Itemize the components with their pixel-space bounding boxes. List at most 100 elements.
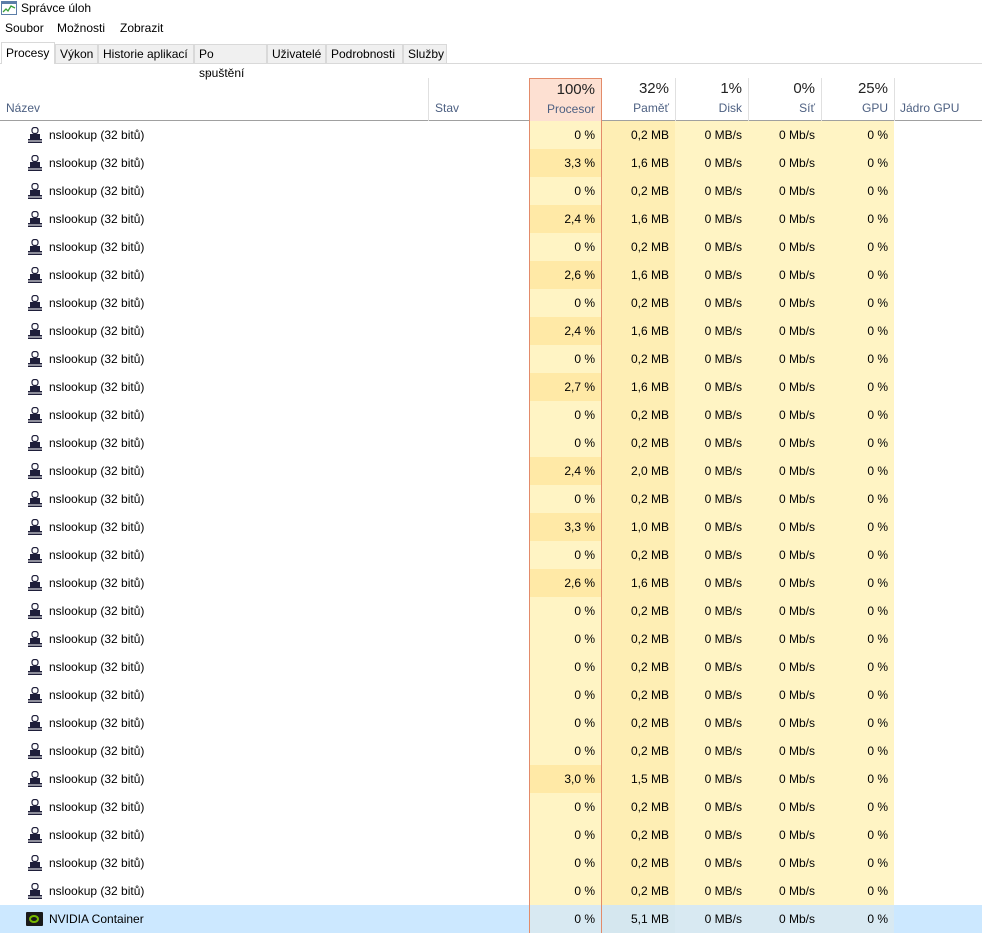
disk-cell: 0 MB/s bbox=[675, 569, 748, 597]
memory-cell: 0,2 MB bbox=[602, 737, 675, 765]
title-bar: Správce úloh bbox=[0, 0, 982, 16]
table-row[interactable]: nslookup (32 bitů) 0 % 0,2 MB 0 MB/s 0 Mb/s 0… bbox=[0, 597, 982, 625]
table-row[interactable]: nslookup (32 bitů) 0 % 0,2 MB 0 MB/s 0 Mb/s 0… bbox=[0, 485, 982, 513]
gpu-cell: 0 % bbox=[821, 625, 894, 653]
disk-cell: 0 MB/s bbox=[675, 401, 748, 429]
table-row[interactable]: nslookup (32 bitů) 3,3 % 1,6 MB 0 MB/s 0 Mb/… bbox=[0, 149, 982, 177]
table-row[interactable]: nslookup (32 bitů) 0 % 0,2 MB 0 MB/s 0 Mb/s 0… bbox=[0, 429, 982, 457]
process-name: nslookup (32 bitů) bbox=[49, 772, 145, 786]
cpu-cell: 2,6 % bbox=[529, 569, 602, 597]
network-cell: 0 Mb/s bbox=[748, 877, 821, 905]
column-header-gpu-engine[interactable]: Jádro GPU bbox=[894, 78, 982, 121]
table-row[interactable]: nslookup (32 bitů) 2,4 % 1,6 MB 0 MB/s 0 Mb/… bbox=[0, 205, 982, 233]
tab-podrobnosti[interactable]: Podrobnosti bbox=[326, 44, 403, 63]
table-row[interactable]: nslookup (32 bitů) 0 % 0,2 MB 0 MB/s 0 Mb/s 0… bbox=[0, 681, 982, 709]
tab-sluzby[interactable]: Služby bbox=[403, 44, 447, 63]
table-row[interactable]: nslookup (32 bitů) 0 % 0,2 MB 0 MB/s 0 Mb/s 0… bbox=[0, 233, 982, 261]
menu-soubor[interactable]: Soubor bbox=[5, 19, 44, 37]
process-name: nslookup (32 bitů) bbox=[49, 828, 145, 842]
table-row[interactable]: nslookup (32 bitů) 0 % 0,2 MB 0 MB/s 0 Mb/s 0… bbox=[0, 121, 982, 149]
table-row[interactable]: nslookup (32 bitů) 2,4 % 2,0 MB 0 MB/s 0 Mb/… bbox=[0, 457, 982, 485]
table-row[interactable]: nslookup (32 bitů) 0 % 0,2 MB 0 MB/s 0 Mb/s 0… bbox=[0, 653, 982, 681]
table-row[interactable]: nslookup (32 bitů) 0 % 0,2 MB 0 MB/s 0 Mb/s 0… bbox=[0, 849, 982, 877]
table-row[interactable]: nslookup (32 bitů) 0 % 0,2 MB 0 MB/s 0 Mb/s 0… bbox=[0, 737, 982, 765]
gpu-cell: 0 % bbox=[821, 485, 894, 513]
column-header-status[interactable]: Stav bbox=[429, 78, 529, 121]
process-name: nslookup (32 bitů) bbox=[49, 856, 145, 870]
table-row[interactable]: nslookup (32 bitů) 0 % 0,2 MB 0 MB/s 0 Mb/s 0… bbox=[0, 401, 982, 429]
network-cell: 0 Mb/s bbox=[748, 541, 821, 569]
network-cell: 0 Mb/s bbox=[748, 821, 821, 849]
table-row[interactable]: nslookup (32 bitů) 3,0 % 1,5 MB 0 MB/s 0 Mb/… bbox=[0, 765, 982, 793]
gpu-cell: 0 % bbox=[821, 149, 894, 177]
memory-cell: 1,5 MB bbox=[602, 765, 675, 793]
gpu-cell: 0 % bbox=[821, 401, 894, 429]
gpu-cell: 0 % bbox=[821, 205, 894, 233]
table-row[interactable]: nslookup (32 bitů) 2,7 % 1,6 MB 0 MB/s 0 Mb/… bbox=[0, 373, 982, 401]
table-row[interactable]: nslookup (32 bitů) 2,6 % 1,6 MB 0 MB/s 0 Mb/… bbox=[0, 261, 982, 289]
table-row[interactable]: nslookup (32 bitů) 0 % 0,2 MB 0 MB/s 0 Mb/s 0… bbox=[0, 541, 982, 569]
column-header-network[interactable]: 0% Síť bbox=[748, 78, 821, 121]
cpu-cell: 0 % bbox=[529, 541, 602, 569]
process-icon bbox=[28, 630, 42, 647]
tab-historie-aplikaci[interactable]: Historie aplikací bbox=[98, 44, 194, 63]
process-icon bbox=[28, 826, 42, 843]
memory-cell: 0,2 MB bbox=[602, 849, 675, 877]
table-row[interactable]: nslookup (32 bitů) 0 % 0,2 MB 0 MB/s 0 Mb/s 0… bbox=[0, 289, 982, 317]
process-name: nslookup (32 bitů) bbox=[49, 632, 145, 646]
gpu-cell: 0 % bbox=[821, 569, 894, 597]
disk-cell: 0 MB/s bbox=[675, 653, 748, 681]
table-row[interactable]: NVIDIA Container 0 % 5,1 MB 0 MB/s 0 Mb/s 0 % bbox=[0, 905, 982, 933]
memory-cell: 0,2 MB bbox=[602, 177, 675, 205]
table-row[interactable]: nslookup (32 bitů) 0 % 0,2 MB 0 MB/s 0 Mb/s 0… bbox=[0, 177, 982, 205]
tab-procesy[interactable]: Procesy bbox=[1, 42, 55, 64]
disk-cell: 0 MB/s bbox=[675, 457, 748, 485]
memory-cell: 2,0 MB bbox=[602, 457, 675, 485]
table-row[interactable]: nslookup (32 bitů) 0 % 0,2 MB 0 MB/s 0 Mb/s 0… bbox=[0, 345, 982, 373]
table-row[interactable]: nslookup (32 bitů) 3,3 % 1,0 MB 0 MB/s 0 Mb/… bbox=[0, 513, 982, 541]
table-row[interactable]: nslookup (32 bitů) 2,6 % 1,6 MB 0 MB/s 0 Mb/… bbox=[0, 569, 982, 597]
memory-cell: 1,6 MB bbox=[602, 149, 675, 177]
column-header-name[interactable]: Název bbox=[0, 78, 428, 121]
network-cell: 0 Mb/s bbox=[748, 653, 821, 681]
tab-vykon[interactable]: Výkon bbox=[55, 44, 98, 63]
network-cell: 0 Mb/s bbox=[748, 849, 821, 877]
menu-zobrazit[interactable]: Zobrazit bbox=[120, 19, 163, 37]
process-name: nslookup (32 bitů) bbox=[49, 380, 145, 394]
disk-cell: 0 MB/s bbox=[675, 121, 748, 149]
process-name: nslookup (32 bitů) bbox=[49, 156, 145, 170]
network-cell: 0 Mb/s bbox=[748, 681, 821, 709]
process-icon bbox=[28, 238, 42, 255]
table-row[interactable]: nslookup (32 bitů) 0 % 0,2 MB 0 MB/s 0 Mb/s 0… bbox=[0, 793, 982, 821]
table-row[interactable]: nslookup (32 bitů) 2,4 % 1,6 MB 0 MB/s 0 Mb/… bbox=[0, 317, 982, 345]
network-cell: 0 Mb/s bbox=[748, 569, 821, 597]
tab-po-spusteni[interactable]: Po spuštění bbox=[194, 44, 267, 80]
table-row[interactable]: nslookup (32 bitů) 0 % 0,2 MB 0 MB/s 0 Mb/s 0… bbox=[0, 877, 982, 905]
tab-uzivatele[interactable]: Uživatelé bbox=[267, 44, 326, 63]
process-icon bbox=[28, 742, 42, 759]
cpu-cell: 2,7 % bbox=[529, 373, 602, 401]
process-icon bbox=[28, 546, 42, 563]
cpu-cell: 0 % bbox=[529, 793, 602, 821]
disk-cell: 0 MB/s bbox=[675, 177, 748, 205]
menu-moznosti[interactable]: Možnosti bbox=[57, 19, 105, 37]
disk-cell: 0 MB/s bbox=[675, 373, 748, 401]
process-icon bbox=[28, 490, 42, 507]
table-row[interactable]: nslookup (32 bitů) 0 % 0,2 MB 0 MB/s 0 Mb/s 0… bbox=[0, 709, 982, 737]
cpu-cell: 0 % bbox=[529, 821, 602, 849]
table-row[interactable]: nslookup (32 bitů) 0 % 0,2 MB 0 MB/s 0 Mb/s 0… bbox=[0, 625, 982, 653]
column-header: ^ Název Stav 100% Procesor 32% Paměť 1% … bbox=[0, 70, 982, 121]
gpu-cell: 0 % bbox=[821, 821, 894, 849]
table-row[interactable]: nslookup (32 bitů) 0 % 0,2 MB 0 MB/s 0 Mb/s 0… bbox=[0, 821, 982, 849]
column-header-cpu[interactable]: 100% Procesor bbox=[529, 78, 602, 121]
gpu-cell: 0 % bbox=[821, 709, 894, 737]
memory-cell: 0,2 MB bbox=[602, 429, 675, 457]
network-cell: 0 Mb/s bbox=[748, 457, 821, 485]
process-icon bbox=[28, 378, 42, 395]
column-header-disk[interactable]: 1% Disk bbox=[675, 78, 748, 121]
column-header-memory[interactable]: 32% Paměť bbox=[602, 78, 675, 121]
gpu-cell: 0 % bbox=[821, 681, 894, 709]
gpu-cell: 0 % bbox=[821, 429, 894, 457]
column-header-gpu[interactable]: 25% GPU bbox=[821, 78, 894, 121]
disk-cell: 0 MB/s bbox=[675, 821, 748, 849]
